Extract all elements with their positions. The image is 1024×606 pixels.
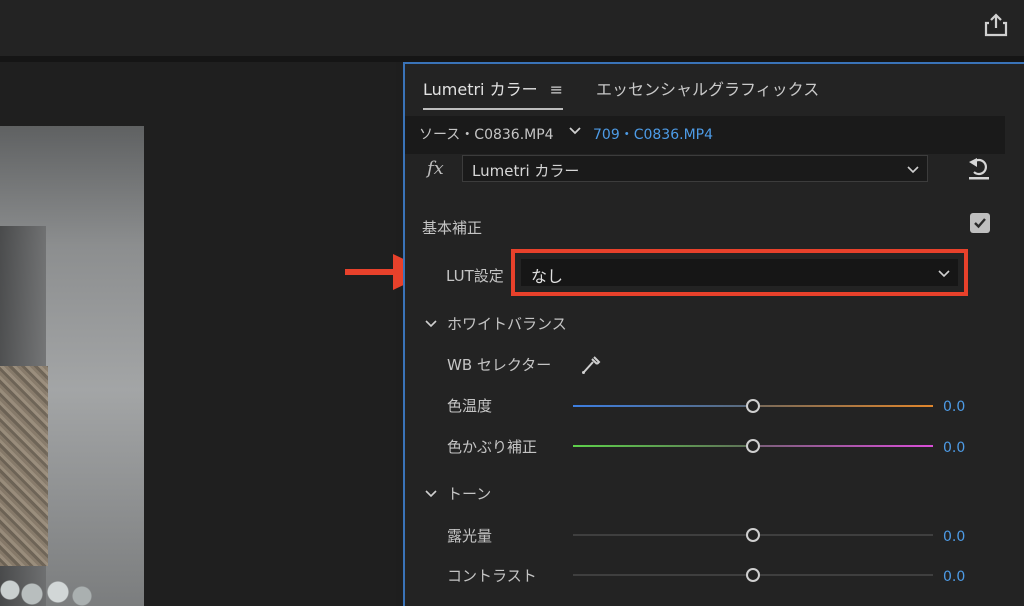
source-clip-label[interactable]: ソース・C0836.MP4	[419, 124, 554, 144]
white-balance-section[interactable]: ホワイトバランス	[425, 313, 567, 334]
contrast-slider[interactable]	[573, 568, 933, 582]
basic-correction-title: 基本補正	[422, 219, 483, 237]
fx-icon: fx	[427, 158, 444, 179]
panel-menu-icon[interactable]: ≡	[550, 80, 563, 99]
temperature-slider-knob[interactable]	[746, 399, 760, 413]
temperature-label: 色温度	[447, 397, 493, 415]
white-balance-title: ホワイトバランス	[447, 315, 567, 333]
checkmark-icon	[974, 218, 986, 229]
tab-lumetri-color[interactable]: Lumetri カラー ≡	[423, 76, 563, 110]
exposure-slider[interactable]	[573, 528, 933, 542]
tint-slider-knob[interactable]	[746, 439, 760, 453]
contrast-value[interactable]: 0.0	[943, 569, 965, 585]
lut-dropdown-value: なし	[531, 267, 564, 286]
chevron-down-icon	[938, 270, 950, 278]
reset-icon[interactable]	[968, 156, 990, 180]
chevron-down-icon	[425, 320, 437, 328]
exposure-value[interactable]: 0.0	[943, 529, 965, 545]
tone-title: トーン	[447, 485, 492, 503]
contrast-label: コントラスト	[447, 567, 537, 585]
tint-label: 色かぶり補正	[447, 438, 538, 456]
panel-tabs: Lumetri カラー ≡ エッセンシャルグラフィックス	[405, 64, 1024, 112]
exposure-label: 露光量	[447, 527, 493, 545]
lut-highlight-box: なし	[511, 249, 968, 296]
temperature-value[interactable]: 0.0	[943, 399, 965, 415]
wb-selector-label: WB セレクター	[447, 356, 552, 374]
chevron-down-icon[interactable]	[568, 123, 582, 137]
tab-lumetri-label: Lumetri カラー	[423, 80, 538, 99]
basic-correction-checkbox[interactable]	[970, 213, 990, 233]
tone-section[interactable]: トーン	[425, 483, 491, 504]
lut-setting-label: LUT設定	[446, 267, 504, 285]
temperature-slider[interactable]	[573, 399, 933, 413]
effect-dropdown-value: Lumetri カラー	[472, 162, 580, 180]
top-toolbar	[0, 0, 1024, 56]
program-monitor[interactable]	[0, 62, 396, 606]
lut-dropdown[interactable]: なし	[521, 259, 958, 286]
tab-essential-graphics[interactable]: エッセンシャルグラフィックス	[596, 76, 819, 100]
tint-value[interactable]: 0.0	[943, 440, 965, 456]
contrast-slider-knob[interactable]	[746, 568, 760, 582]
chevron-down-icon	[907, 166, 919, 174]
effect-dropdown[interactable]: Lumetri カラー	[462, 155, 928, 182]
target-clip-label[interactable]: 709・C0836.MP4	[593, 124, 713, 144]
video-preview	[0, 126, 144, 606]
lumetri-color-panel: Lumetri カラー ≡ エッセンシャルグラフィックス ソース・C0836.MP…	[403, 62, 1024, 606]
share-icon[interactable]	[982, 11, 1010, 39]
exposure-slider-knob[interactable]	[746, 528, 760, 542]
eyedropper-icon[interactable]	[581, 353, 601, 375]
chevron-down-icon	[425, 490, 437, 498]
tint-slider[interactable]	[573, 439, 933, 453]
